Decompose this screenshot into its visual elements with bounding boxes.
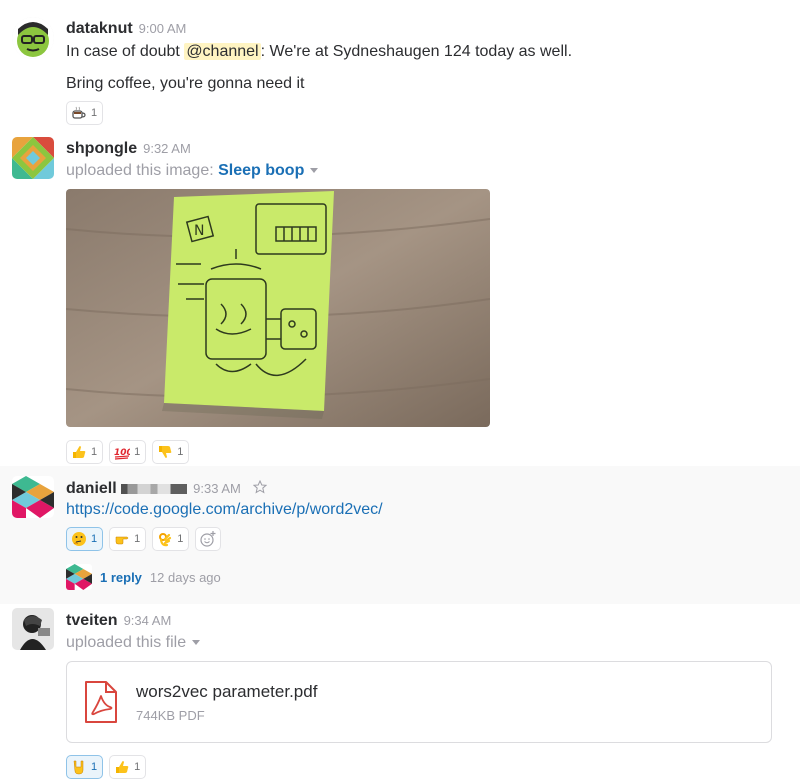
reaction-count: 1 [91,107,98,119]
sticky-note-sketch-image: N [66,189,490,427]
reaction-count: 1 [134,446,141,458]
username[interactable]: tveiten [66,612,118,629]
hundred-icon: 100 [114,448,130,460]
reaction-count: 1 [91,446,98,458]
reactions: 1 100 1 1 [66,440,190,464]
avatar-tveiten-icon [12,608,54,650]
username[interactable]: dataknut [66,20,133,37]
file-name[interactable]: wors2vec parameter.pdf [136,682,317,702]
message-text: In case of doubt @channel: We're at Sydn… [66,41,766,63]
avatar-daniell-icon [12,476,54,518]
reactions: 1 [66,101,104,125]
reactions: 1 1 [66,755,147,779]
timestamp[interactable]: 9:33 AM [193,481,241,496]
reply-count-link[interactable]: 1 reply [100,570,142,585]
thumbs-up-icon [116,761,129,773]
reaction-count: 1 [177,446,184,458]
text-part: In case of doubt [66,43,185,60]
upload-label: uploaded this image: [66,162,219,179]
reaction-thumbs-up[interactable]: 1 [66,440,104,464]
uploaded-image[interactable]: N [66,189,490,427]
reaction-thumbs-down[interactable]: 1 [152,440,190,464]
timestamp[interactable]: 9:00 AM [139,21,187,36]
chevron-down-icon[interactable] [192,640,201,646]
thumbs-up-icon [73,446,86,458]
reaction-count: 1 [134,533,141,545]
username[interactable]: daniell [66,480,117,497]
timestamp[interactable]: 9:32 AM [143,141,191,156]
reaction-count: 1 [91,533,98,545]
avatar-shpongle-icon [12,137,54,179]
avatar[interactable] [12,608,54,650]
upload-label: uploaded this file [66,634,187,651]
ok-hand-icon [159,533,172,547]
channel-mention[interactable]: @channel [184,43,261,60]
reaction-count: 1 [134,761,141,773]
reaction-count: 1 [177,533,184,545]
reaction-hundred[interactable]: 100 1 [109,440,147,464]
reaction-count: 1 [91,761,98,773]
add-emoji-icon [200,531,216,547]
reaction-point-right[interactable]: 1 [109,527,147,551]
star-icon[interactable] [253,479,268,494]
add-reaction-button[interactable] [195,527,222,551]
pdf-file-icon [85,681,117,723]
thread-avatar-icon [66,564,92,590]
avatar[interactable] [12,137,54,179]
reaction-coffee[interactable]: 1 [66,101,104,125]
file-attachment-card[interactable]: wors2vec parameter.pdf 744KB PDF [66,661,772,743]
message-text-2: Bring coffee, you're gonna need it [66,75,305,92]
reaction-thinking[interactable]: 1 [66,527,104,551]
reaction-thumbs-up[interactable]: 1 [109,755,147,779]
rock-on-icon [73,760,84,775]
text-part: : We're at Sydneshaugen 124 today as wel… [260,43,573,60]
avatar[interactable] [12,17,54,59]
pointing-right-icon [115,536,129,545]
word2vec-link[interactable]: https://code.google.com/archive/p/word2v… [66,501,383,518]
reactions: 1 1 1 [66,527,222,551]
reaction-rock-on[interactable]: 1 [66,755,104,779]
file-meta: 744KB PDF [136,708,205,723]
redacted-name-blur [121,483,188,494]
chevron-down-icon[interactable] [310,168,319,174]
reaction-ok-hand[interactable]: 1 [152,527,190,551]
coffee-icon [72,106,86,119]
svg-text:N: N [194,223,204,239]
thumbs-down-icon [159,446,172,458]
username[interactable]: shpongle [66,140,137,157]
reply-age: 12 days ago [149,569,221,585]
image-title-link[interactable]: Sleep boop [218,162,304,179]
thinking-face-icon [72,532,86,546]
timestamp[interactable]: 9:34 AM [124,613,172,628]
thread-summary[interactable]: 1 reply 12 days ago [66,564,221,590]
avatar[interactable] [12,476,54,518]
avatar-dataknut-icon [12,17,54,59]
